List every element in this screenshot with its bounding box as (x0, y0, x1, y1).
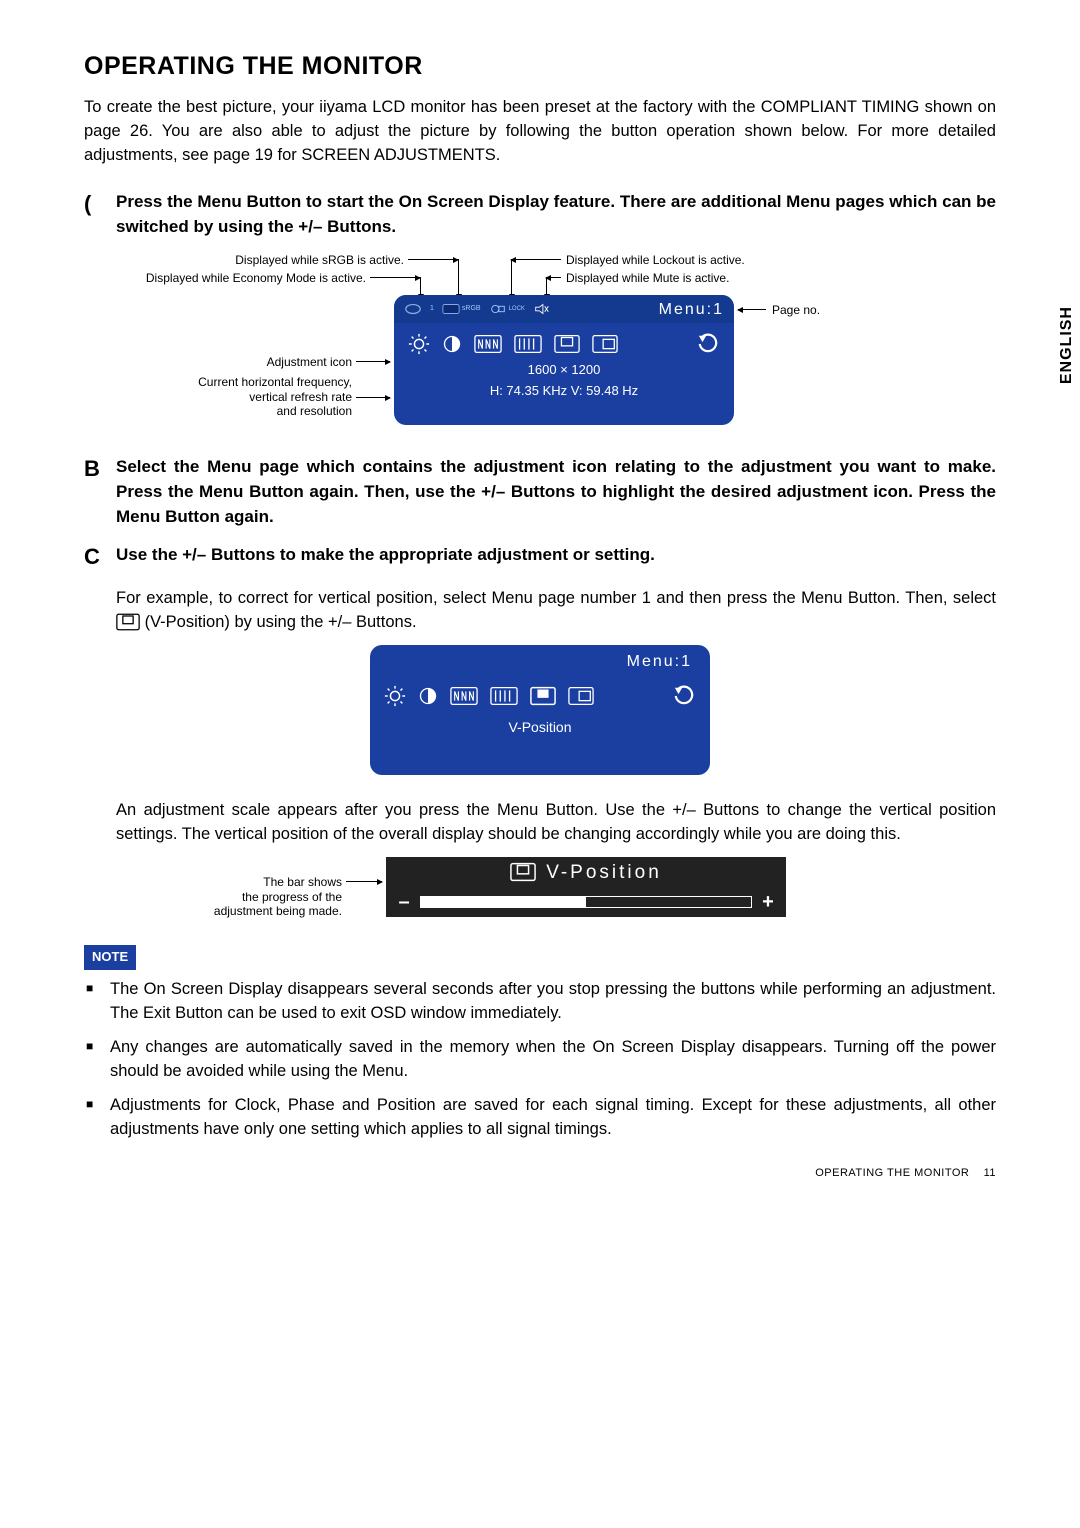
minus-label: – (396, 888, 412, 917)
step-b: B Select the Menu page which contains th… (84, 455, 996, 529)
step-b-marker: B (84, 455, 116, 529)
adjustment-bar-diagram: The bar shows the progress of the adjust… (116, 857, 996, 937)
economy-icon (404, 302, 422, 316)
hposition-icon (592, 334, 618, 354)
callout-economy: Displayed while Economy Mode is active. (106, 271, 366, 285)
osd-icon-row (394, 323, 734, 355)
adjbar-fill (421, 897, 586, 907)
arrow-line (511, 259, 561, 260)
step-c: C Use the +/– Buttons to make the approp… (84, 543, 996, 571)
arrow-line (458, 259, 459, 299)
arrow-line (408, 259, 458, 260)
page-title: OPERATING THE MONITOR (84, 48, 996, 84)
step-a-marker: ( (84, 190, 116, 239)
vposition-icon (510, 862, 536, 882)
step-a-text: Press the Menu Button to start the On Sc… (116, 190, 996, 239)
osd2-menu-label: Menu:1 (627, 650, 692, 673)
osd2-topbar: Menu:1 (370, 645, 710, 679)
lock-badge: LOCK (509, 305, 525, 314)
callout-mute: Displayed while Mute is active. (566, 271, 729, 285)
step-a: ( Press the Menu Button to start the On … (84, 190, 996, 239)
footer-page: 11 (984, 1167, 996, 1179)
osd-diagram: Displayed while sRGB is active. Displaye… (116, 247, 996, 447)
return-icon (672, 685, 696, 707)
osd2-wrap: Menu:1 V-Position (84, 645, 996, 783)
vposition-icon (530, 686, 556, 706)
lock-icon (489, 302, 507, 316)
callout-frequency: Current horizontal frequency, vertical r… (116, 375, 352, 418)
adjbar-scale: – + (386, 887, 786, 917)
osd-panel: 1 sRGB LOCK Menu:1 1600 × 1200 H: 74.35 … (394, 295, 734, 425)
osd-frequency: H: 74.35 KHz V: 59.48 Hz (394, 382, 734, 401)
contrast-icon (418, 686, 438, 706)
callout-text: and resolution (277, 404, 352, 418)
note-item: Any changes are automatically saved in t… (84, 1036, 996, 1084)
srgb-icon (442, 302, 460, 316)
language-label: ENGLISH (1058, 306, 1075, 384)
return-icon (696, 333, 720, 355)
clock-icon (474, 334, 502, 354)
arrow-line (738, 309, 766, 310)
arrow-line (356, 397, 390, 398)
osd-topbar: 1 sRGB LOCK Menu:1 (394, 295, 734, 323)
step-b-text: Select the Menu page which contains the … (116, 455, 996, 529)
callout-text: vertical refresh rate (249, 390, 352, 404)
osd2-icon-row (370, 679, 710, 707)
brightness-icon (408, 333, 430, 355)
after-osd2-paragraph: An adjustment scale appears after you pr… (116, 799, 996, 847)
mute-icon (533, 302, 551, 316)
step-c-body-pre: For example, to correct for vertical pos… (116, 589, 996, 607)
callout-text: Current horizontal frequency, (198, 375, 352, 389)
osd-panel-selected: Menu:1 V-Position (370, 645, 710, 775)
callout-adjustment-icon: Adjustment icon (202, 355, 352, 369)
vposition-icon (116, 613, 140, 631)
phase-icon (514, 334, 542, 354)
adjbar-title: V-Position (546, 859, 662, 887)
arrow-line (370, 277, 420, 278)
page-footer: OPERATING THE MONITOR 11 (815, 1166, 996, 1182)
footer-section: OPERATING THE MONITOR (815, 1167, 969, 1179)
step-c-body: For example, to correct for vertical pos… (116, 587, 996, 635)
step-c-marker: C (84, 543, 116, 571)
language-tab: ENGLISH (1053, 300, 1080, 390)
callout-progress-bar: The bar shows the progress of the adjust… (116, 875, 342, 918)
callout-text: The bar shows (263, 875, 342, 889)
step-c-text: Use the +/– Buttons to make the appropri… (116, 543, 655, 571)
plus-label: + (760, 888, 776, 917)
adjbar-track (420, 896, 752, 908)
contrast-icon (442, 334, 462, 354)
note-badge: NOTE (84, 945, 136, 970)
adjustment-bar: V-Position – + (386, 857, 786, 917)
callout-text: the progress of the (242, 890, 342, 904)
osd-resolution: 1600 × 1200 (394, 361, 734, 380)
osd2-selected-label: V-Position (370, 717, 710, 737)
clock-icon (450, 686, 478, 706)
arrow-line (356, 361, 390, 362)
economy-badge: 1 (430, 304, 434, 314)
callout-srgb: Displayed while sRGB is active. (186, 253, 404, 267)
callout-text: adjustment being made. (214, 904, 342, 918)
note-item: Adjustments for Clock, Phase and Positio… (84, 1094, 996, 1142)
phase-icon (490, 686, 518, 706)
note-list: The On Screen Display disappears several… (84, 978, 996, 1142)
intro-paragraph: To create the best picture, your iiyama … (84, 96, 996, 168)
note-item: The On Screen Display disappears several… (84, 978, 996, 1026)
hposition-icon (568, 686, 594, 706)
step-c-body-post: (V-Position) by using the +/– Buttons. (145, 613, 417, 631)
note-section: NOTE The On Screen Display disappears se… (84, 945, 996, 1141)
srgb-badge: sRGB (462, 304, 481, 314)
arrow-line (511, 259, 512, 299)
osd-menu-label: Menu:1 (659, 298, 724, 321)
adjbar-title-row: V-Position (386, 857, 786, 887)
arrow-line (546, 277, 561, 278)
arrow-line (346, 881, 382, 882)
callout-lockout: Displayed while Lockout is active. (566, 253, 745, 267)
brightness-icon (384, 685, 406, 707)
callout-page-no: Page no. (772, 303, 820, 317)
vposition-icon (554, 334, 580, 354)
